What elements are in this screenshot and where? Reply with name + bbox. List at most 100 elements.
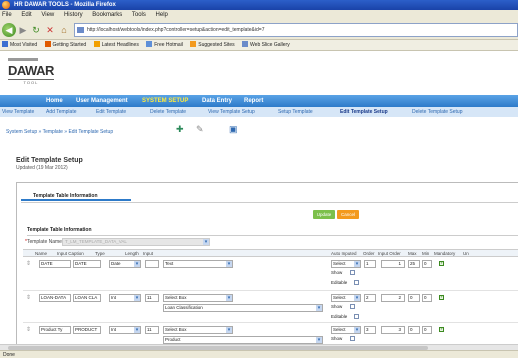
page-icon	[242, 41, 249, 47]
menu-view[interactable]: View	[41, 12, 54, 18]
nav-data-entry[interactable]: Data Entry	[202, 95, 232, 107]
input-source-select[interactable]: Product	[163, 336, 323, 344]
menu-history[interactable]: History	[64, 12, 83, 18]
caption-input[interactable]: PRODUCT	[73, 326, 101, 334]
max-input[interactable]: 0	[408, 294, 420, 302]
show-checkbox[interactable]	[350, 304, 355, 309]
reload-button[interactable]: ↻	[30, 23, 42, 37]
nav-system-setup[interactable]: SYSTEM SETUP	[142, 95, 188, 107]
auto-select[interactable]: Select	[331, 294, 361, 302]
template-name-select[interactable]: T_LM_TEMPLATE_DATA_VAL	[62, 238, 210, 246]
col-input-order: Input Order	[378, 251, 401, 256]
col-un: Un	[463, 251, 469, 256]
type-select[interactable]: Date	[109, 260, 141, 268]
min-input[interactable]: 0	[422, 260, 432, 268]
input-select[interactable]: Select Box	[163, 326, 233, 334]
editable-label: Editable	[331, 314, 348, 319]
bookmark-suggested-sites[interactable]: Suggested Sites	[190, 40, 235, 50]
subnav-edit-template-setup[interactable]: Edit Template Setup	[340, 107, 388, 117]
bookmark-icon	[44, 41, 51, 47]
bookmark-latest-headlines[interactable]: Latest Headlines	[93, 40, 139, 50]
template-name-label: *Template Name	[25, 239, 62, 245]
subnav-delete-template[interactable]: Delete Template	[150, 107, 186, 117]
min-input[interactable]: 0	[422, 326, 432, 334]
mandatory-checkbox[interactable]	[439, 294, 444, 300]
input-order-input[interactable]: 2	[381, 294, 405, 302]
mandatory-checkbox[interactable]	[439, 326, 444, 332]
subnav-edit-template[interactable]: Edit Template	[96, 107, 126, 117]
drag-handle-icon[interactable]: ⇕	[26, 326, 31, 333]
refresh-icon[interactable]: ✚	[176, 124, 188, 134]
col-input-caption: Input Caption	[57, 251, 84, 256]
subnav-delete-template-setup[interactable]: Delete Template Setup	[412, 107, 463, 117]
length-input[interactable]	[145, 260, 159, 268]
min-input[interactable]: 0	[422, 294, 432, 302]
type-select[interactable]: Int	[109, 294, 141, 302]
cancel-button[interactable]: Cancel	[337, 210, 359, 219]
subnav-setup-template[interactable]: Setup Template	[278, 107, 313, 117]
stop-button[interactable]: ✕	[44, 23, 56, 37]
section-divider	[27, 235, 518, 236]
breadcrumb[interactable]: System Setup » Template » Edit Template …	[6, 129, 113, 135]
site-logo[interactable]: DAWAR TOOL	[8, 58, 54, 85]
order-input[interactable]: 1	[364, 260, 376, 268]
suggested-icon	[190, 41, 197, 47]
show-checkbox[interactable]	[350, 270, 355, 275]
subnav-view-template-setup[interactable]: View Template Setup	[208, 107, 255, 117]
input-select[interactable]: Text	[163, 260, 233, 268]
bookmark-free-hotmail[interactable]: Free Hotmail	[146, 40, 183, 50]
max-input[interactable]: 25	[408, 260, 420, 268]
address-bar[interactable]: http://localhost/webtools/index.php?cont…	[74, 23, 518, 37]
name-input[interactable]: LOAN-DATA	[39, 294, 71, 302]
drag-handle-icon[interactable]: ⇕	[26, 260, 31, 267]
page-title: Edit Template Setup	[16, 157, 83, 164]
order-input[interactable]: 3	[364, 326, 376, 334]
input-select[interactable]: Select Box	[163, 294, 233, 302]
update-button[interactable]: Update	[313, 210, 335, 219]
logo-name: DAWAR	[8, 63, 54, 78]
home-button[interactable]: ⌂	[58, 23, 70, 37]
name-input[interactable]: Product Ty	[39, 326, 71, 334]
bookmark-icon	[2, 41, 8, 47]
nav-user-management[interactable]: User Management	[76, 95, 128, 107]
menu-help[interactable]: Help	[156, 12, 168, 18]
mandatory-checkbox[interactable]	[439, 260, 444, 266]
editable-label: Editable	[331, 280, 348, 285]
nav-home[interactable]: Home	[46, 95, 63, 107]
input-source-select[interactable]: Loan Classification	[163, 304, 323, 312]
editable-checkbox[interactable]	[354, 280, 359, 285]
show-checkbox[interactable]	[350, 336, 355, 341]
input-order-input[interactable]: 1	[381, 260, 405, 268]
order-input[interactable]: 2	[364, 294, 376, 302]
tab-divider	[21, 202, 518, 203]
forward-button[interactable]: ▶	[18, 23, 28, 37]
bookmark-most-visited[interactable]: Most Visited	[2, 40, 37, 50]
type-select[interactable]: Int	[109, 326, 141, 334]
menu-tools[interactable]: Tools	[132, 12, 146, 18]
editable-checkbox[interactable]	[354, 314, 359, 319]
input-order-input[interactable]: 3	[381, 326, 405, 334]
drag-handle-icon[interactable]: ⇕	[26, 294, 31, 301]
length-input[interactable]: 11	[145, 294, 159, 302]
firefox-icon	[2, 1, 10, 9]
bookmark-getting-started[interactable]: Getting Started	[44, 40, 86, 50]
length-input[interactable]: 11	[145, 326, 159, 334]
back-button[interactable]: ◀	[2, 23, 16, 37]
edit-icon[interactable]: ✎	[196, 124, 208, 134]
max-input[interactable]: 0	[408, 326, 420, 334]
col-order: Order	[363, 251, 375, 256]
auto-select[interactable]: Select	[331, 326, 361, 334]
menu-edit[interactable]: Edit	[21, 12, 31, 18]
tab-template-table-info[interactable]: Template Table Information	[21, 191, 131, 201]
caption-input[interactable]: LOAN CLA	[73, 294, 101, 302]
nav-report[interactable]: Report	[244, 95, 263, 107]
menu-bookmarks[interactable]: Bookmarks	[92, 12, 122, 18]
menu-file[interactable]: File	[2, 12, 12, 18]
subnav-add-template[interactable]: Add Template	[46, 107, 76, 117]
save-icon[interactable]: ▣	[229, 124, 241, 134]
name-input[interactable]: DATE	[39, 260, 71, 268]
caption-input[interactable]: DATE	[73, 260, 101, 268]
bookmark-web-slice-gallery[interactable]: Web Slice Gallery	[242, 40, 290, 50]
auto-select[interactable]: Select	[331, 260, 361, 268]
subnav-view-template[interactable]: View Template	[2, 107, 34, 117]
